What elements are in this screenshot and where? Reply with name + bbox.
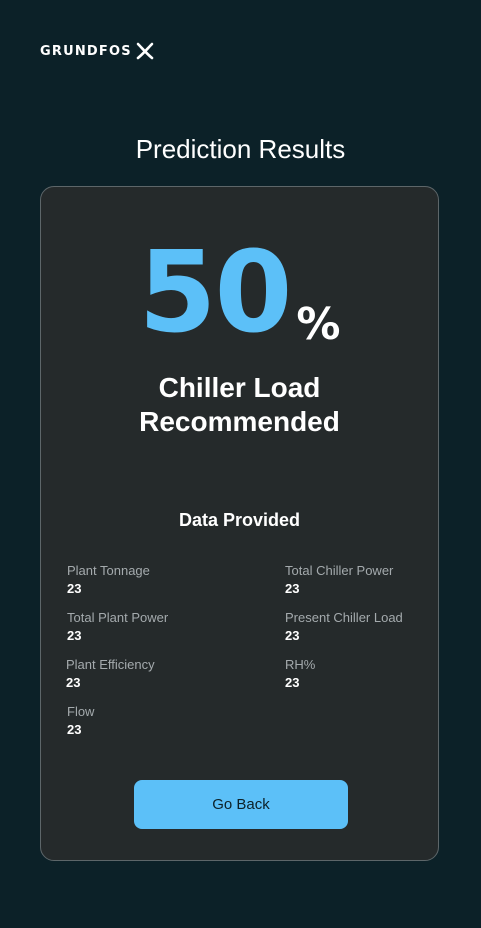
result-unit: % <box>296 299 341 350</box>
data-label: Plant Efficiency <box>66 657 155 672</box>
data-provided-title: Data Provided <box>178 510 301 530</box>
data-value: 23 <box>67 628 82 643</box>
result-label: Chiller Load Recommended <box>41 371 438 439</box>
data-label: Flow <box>67 704 95 719</box>
page-title: Prediction Results <box>135 134 346 164</box>
result-label-line2: Recommended <box>139 406 340 437</box>
data-label: Total Chiller Power <box>285 563 394 578</box>
data-label: RH% <box>285 657 316 672</box>
logo-wordmark: GRUNDFOS <box>40 43 132 59</box>
go-back-button[interactable]: Go Back <box>134 780 348 829</box>
result-value: 50 <box>138 228 293 358</box>
data-label: Total Plant Power <box>67 610 169 625</box>
data-item-rh: RH% 23 <box>285 656 455 692</box>
data-item-plant-tonnage: Plant Tonnage 23 <box>67 562 237 598</box>
data-label: Present Chiller Load <box>285 610 403 625</box>
data-value: 23 <box>285 675 300 690</box>
data-value: 23 <box>67 722 82 737</box>
data-value: 23 <box>285 581 300 596</box>
result-display: 50 % <box>41 237 438 349</box>
data-value: 23 <box>67 581 82 596</box>
data-item-total-chiller-power: Total Chiller Power 23 <box>285 562 455 598</box>
data-item-total-plant-power: Total Plant Power 23 <box>67 609 237 645</box>
data-value: 23 <box>285 628 300 643</box>
data-item-plant-efficiency: Plant Efficiency 23 <box>66 656 236 692</box>
result-label-line1: Chiller Load <box>158 372 321 403</box>
results-card: 50 % Chiller Load Recommended Data Provi… <box>40 186 439 861</box>
grundfos-x-icon <box>136 42 154 60</box>
data-value: 23 <box>66 675 81 690</box>
data-label: Plant Tonnage <box>67 563 150 578</box>
grundfos-logo: GRUNDFOS <box>40 40 156 62</box>
data-item-flow: Flow 23 <box>67 703 237 739</box>
data-item-present-chiller-load: Present Chiller Load 23 <box>285 609 455 645</box>
